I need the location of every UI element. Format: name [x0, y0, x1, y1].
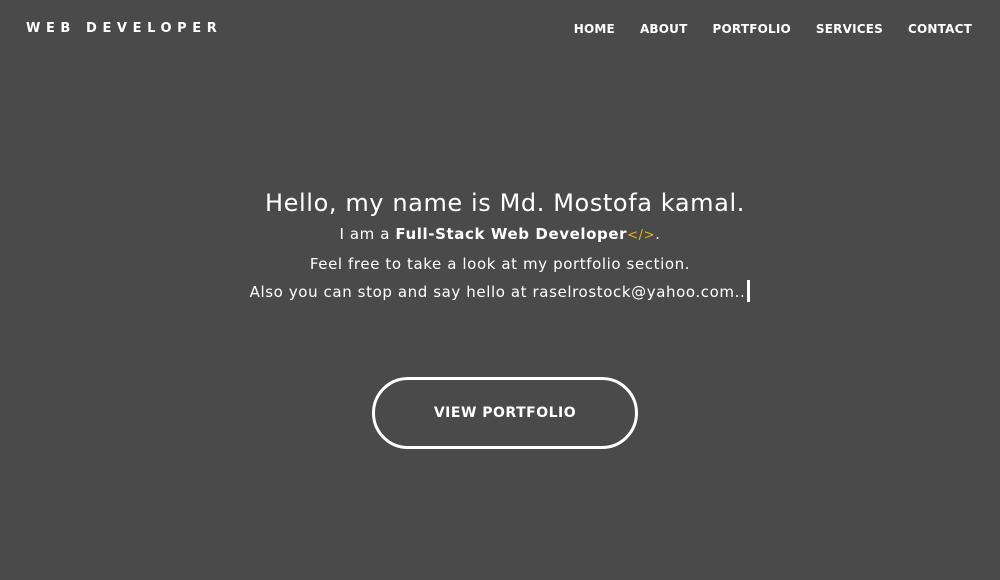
hero-section: Hello, my name is Md. Mostofa kamal. I a… — [0, 186, 1000, 306]
nav-menu: HOME ABOUT PORTFOLIO SERVICES CONTACT — [574, 22, 972, 36]
nav-link-about[interactable]: ABOUT — [640, 22, 688, 36]
hero-heading: Hello, my name is Md. Mostofa kamal. — [265, 189, 745, 217]
hero-role: Full-Stack Web Developer — [395, 225, 628, 243]
hero-role-line: I am a Full-Stack Web Developer</>. — [0, 220, 1000, 250]
nav-link-services[interactable]: SERVICES — [816, 22, 883, 36]
view-portfolio-button[interactable]: VIEW PORTFOLIO — [372, 377, 638, 449]
code-icon: </> — [627, 228, 656, 243]
hero-role-suffix: . — [655, 225, 661, 243]
nav-link-portfolio[interactable]: PORTFOLIO — [713, 22, 791, 36]
nav-link-home[interactable]: HOME — [574, 22, 615, 36]
hero-contact-text: Also you can stop and say hello at rasel… — [249, 283, 746, 301]
navbar: WEB DEVELOPER HOME ABOUT PORTFOLIO SERVI… — [0, 0, 1000, 58]
typing-cursor-icon — [747, 280, 751, 302]
hero-role-prefix: I am a — [339, 225, 396, 243]
hero-contact-line: Also you can stop and say hello at rasel… — [0, 278, 1000, 306]
brand-logo[interactable]: WEB DEVELOPER — [26, 21, 222, 36]
hero-portfolio-line: Feel free to take a look at my portfolio… — [309, 255, 691, 273]
nav-link-contact[interactable]: CONTACT — [908, 22, 972, 36]
